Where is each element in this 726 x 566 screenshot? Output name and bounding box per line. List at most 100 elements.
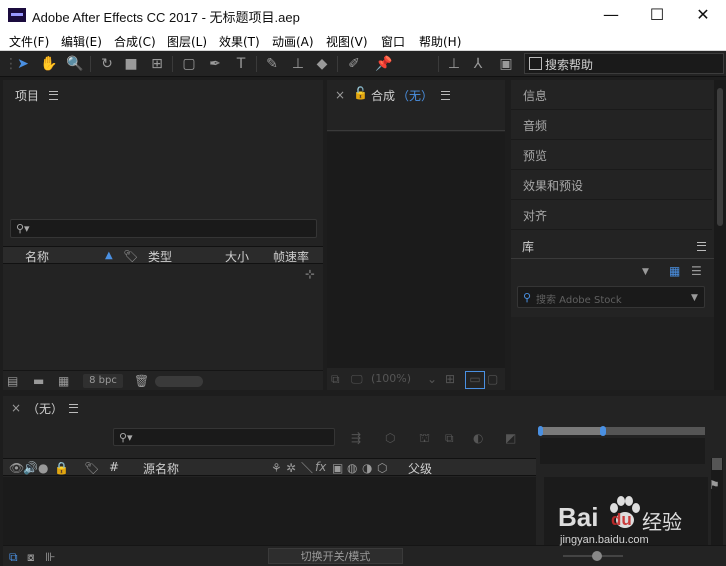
interpret-footage-icon[interactable]: ▤: [7, 374, 18, 388]
expand-transfer-controls-icon[interactable]: ⧇: [27, 550, 35, 564]
effects-presets-panel-tab[interactable]: 效果和预设: [511, 170, 712, 200]
preview-panel-tab[interactable]: 预览: [511, 140, 712, 170]
right-scrollbar-track[interactable]: [714, 80, 726, 390]
roto-brush-tool-icon[interactable]: ✐: [345, 55, 363, 73]
frame-blending-icon[interactable]: ⧉: [445, 431, 454, 445]
menu-effect[interactable]: 效果(T): [219, 33, 260, 50]
3d-layer-switch-icon[interactable]: ⬡: [377, 461, 387, 475]
adobe-stock-search-input[interactable]: ⚲ 搜索 Adobe Stock ▼: [517, 286, 705, 308]
zoom-slider-thumb[interactable]: [592, 551, 602, 561]
collapse-switch-icon[interactable]: ✲: [286, 461, 296, 475]
hand-tool-icon[interactable]: ✋: [40, 55, 58, 73]
draft-3d-icon[interactable]: ⬡: [385, 431, 395, 445]
search-help-field[interactable]: 搜索帮助: [524, 53, 724, 74]
menu-layer[interactable]: 图层(L): [167, 33, 207, 50]
list-view-icon[interactable]: ☰: [691, 264, 702, 278]
thumbnail-slider[interactable]: [155, 376, 203, 387]
column-source-name[interactable]: 源名称: [143, 460, 179, 477]
always-preview-icon[interactable]: ⧉: [331, 372, 340, 386]
camera-tool-icon[interactable]: ■: [122, 55, 140, 73]
motion-blur-switch-icon[interactable]: ◍: [347, 461, 357, 475]
comp-mini-flowchart-icon[interactable]: ⇶: [351, 431, 361, 445]
work-area-bar[interactable]: [538, 426, 705, 436]
shy-layers-icon[interactable]: ⛫: [419, 431, 430, 445]
info-panel-tab[interactable]: 信息: [511, 80, 712, 110]
expand-time-stretch-icon[interactable]: ⊪: [45, 550, 55, 564]
layer-area[interactable]: [3, 477, 536, 545]
menu-animation[interactable]: 动画(A): [272, 33, 314, 50]
new-folder-icon[interactable]: ▬: [33, 374, 44, 388]
close-button[interactable]: ✕: [680, 0, 726, 30]
right-scrollbar-thumb[interactable]: [717, 88, 723, 226]
flowchart-icon[interactable]: ⊹: [305, 267, 315, 281]
puppet-pin-tool-icon[interactable]: 📌: [375, 55, 393, 73]
time-ruler[interactable]: [540, 438, 705, 464]
adjustment-layer-switch-icon[interactable]: ◑: [362, 461, 372, 475]
timeline-zoom-handle[interactable]: [712, 458, 722, 470]
type-tool-icon[interactable]: T: [232, 55, 250, 73]
label-tag-icon[interactable]: 🏷: [84, 461, 99, 475]
stock-search-chevron-icon[interactable]: ▼: [691, 291, 698, 305]
solo-dot-icon[interactable]: ●: [38, 461, 48, 475]
new-composition-icon[interactable]: ▦: [58, 374, 69, 388]
quality-switch-icon[interactable]: ＼: [301, 461, 313, 475]
rotation-tool-icon[interactable]: ↻: [98, 55, 116, 73]
column-name[interactable]: 名称: [25, 248, 49, 265]
grid-view-icon[interactable]: ▦: [669, 264, 680, 278]
column-type[interactable]: 类型: [148, 248, 172, 265]
column-size[interactable]: 大小: [225, 248, 249, 265]
region-of-interest-icon[interactable]: ▭: [465, 371, 485, 389]
pen-tool-icon[interactable]: ✒: [206, 55, 224, 73]
menu-file[interactable]: 文件(F): [9, 33, 49, 50]
work-area-start-handle[interactable]: [538, 426, 543, 436]
brush-tool-icon[interactable]: ✎: [263, 55, 281, 73]
menu-window[interactable]: 窗口: [381, 33, 405, 50]
lock-layer-icon[interactable]: 🔒: [54, 461, 69, 475]
menu-composition[interactable]: 合成(C): [114, 33, 156, 50]
menu-help[interactable]: 帮助(H): [419, 33, 461, 50]
audio-speaker-icon[interactable]: 🔊: [23, 461, 38, 475]
column-frame-rate[interactable]: 帧速率: [273, 248, 309, 265]
eraser-tool-icon[interactable]: ◆: [313, 55, 331, 73]
bpc-toggle[interactable]: 8 bpc: [83, 374, 123, 388]
search-help-checkbox[interactable]: [529, 57, 542, 70]
monitor-icon[interactable]: 🖵: [351, 372, 363, 386]
audio-panel-tab[interactable]: 音频: [511, 110, 712, 140]
comp-viewer[interactable]: [327, 132, 505, 368]
grid-guides-icon[interactable]: ⊞: [445, 372, 455, 386]
world-axis-icon[interactable]: ⅄: [469, 55, 487, 73]
video-eye-icon[interactable]: 👁: [9, 461, 24, 475]
project-search-input[interactable]: ⚲▾: [10, 219, 317, 238]
comp-panel-menu-icon[interactable]: [441, 91, 450, 100]
trash-icon[interactable]: 🗑: [134, 374, 149, 388]
rectangle-tool-icon[interactable]: ▢: [180, 55, 198, 73]
menu-edit[interactable]: 编辑(E): [61, 33, 102, 50]
comp-button-icon[interactable]: ⚑: [709, 478, 720, 492]
view-axis-icon[interactable]: ▣: [497, 55, 515, 73]
library-dropdown-chevron-icon[interactable]: ▼: [642, 265, 649, 279]
lock-icon[interactable]: 🔓: [353, 86, 368, 100]
zoom-tool-icon[interactable]: 🔍: [66, 55, 84, 73]
effects-switch-icon[interactable]: fx: [315, 460, 326, 474]
shy-switch-icon[interactable]: ⚘: [271, 461, 282, 475]
pan-behind-tool-icon[interactable]: ⊞: [148, 55, 166, 73]
close-tab-icon[interactable]: ×: [335, 88, 345, 102]
timeline-menu-icon[interactable]: [69, 404, 78, 413]
work-area-end-handle[interactable]: [600, 426, 606, 436]
expand-layer-switches-icon[interactable]: ⧉: [9, 550, 18, 564]
transparency-grid-icon[interactable]: ▢: [487, 372, 498, 386]
toggle-switches-modes-button[interactable]: 切换开关/模式: [268, 548, 403, 564]
maximize-button[interactable]: ☐: [634, 0, 680, 30]
local-axis-icon[interactable]: ⊥: [445, 55, 463, 73]
motion-blur-icon[interactable]: ◐: [473, 431, 483, 445]
library-panel-menu-icon[interactable]: [697, 242, 706, 251]
close-timeline-tab-icon[interactable]: ×: [11, 401, 21, 415]
frame-blend-switch-icon[interactable]: ▣: [332, 461, 343, 475]
column-parent[interactable]: 父级: [408, 460, 432, 477]
label-tag-icon[interactable]: 🏷: [123, 249, 138, 263]
graph-editor-icon[interactable]: ◩: [505, 431, 516, 445]
menu-view[interactable]: 视图(V): [326, 33, 368, 50]
timeline-search-input[interactable]: ⚲▾: [113, 428, 335, 446]
minimize-button[interactable]: —: [588, 0, 634, 30]
selection-tool-icon[interactable]: ➤: [14, 55, 32, 73]
